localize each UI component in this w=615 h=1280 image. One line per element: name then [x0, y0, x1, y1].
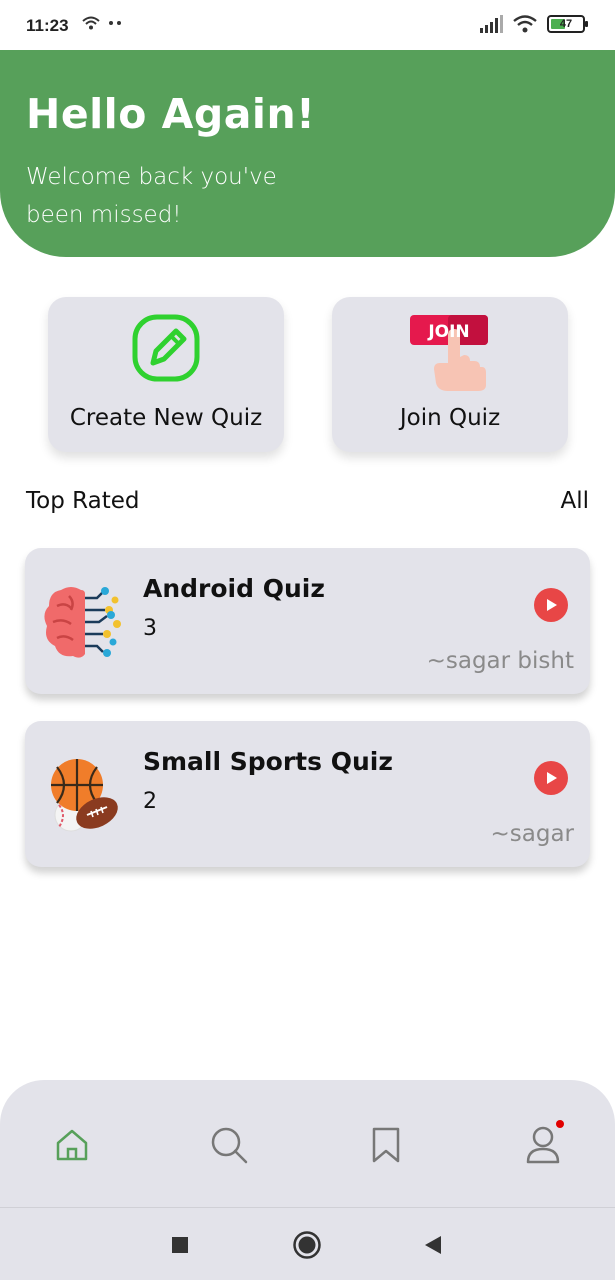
circle-icon: [293, 1231, 321, 1259]
home-icon: [56, 1129, 88, 1161]
wifi-icon: [82, 16, 100, 30]
status-bar: 11:23 47: [0, 0, 615, 50]
quiz-card[interactable]: Small Sports Quiz 2 ~sagar: [25, 721, 590, 867]
play-icon: [547, 772, 557, 784]
play-icon: [547, 599, 557, 611]
back-button[interactable]: [418, 1230, 448, 1260]
header-banner: Hello Again! Welcome back you've been mi…: [0, 50, 615, 257]
profile-icon: [526, 1126, 560, 1164]
nav-bookmark[interactable]: [361, 1120, 411, 1170]
status-time: 11:23: [26, 16, 69, 35]
view-all-link[interactable]: All: [560, 488, 589, 514]
join-quiz-button[interactable]: JOIN Join Quiz: [332, 297, 568, 452]
quiz-question-count: 2: [143, 789, 157, 814]
nav-profile[interactable]: [518, 1120, 568, 1170]
bookmark-icon: [372, 1127, 400, 1163]
home-system-button[interactable]: [292, 1230, 322, 1260]
brain-icon: [44, 587, 121, 658]
section-title: Top Rated: [26, 488, 140, 514]
edit-icon: [132, 314, 200, 382]
back-triangle-icon: [425, 1236, 441, 1254]
notification-dot: [556, 1120, 564, 1128]
welcome-subtitle: Welcome back you've been missed!: [26, 164, 277, 228]
page-title: Hello Again!: [26, 90, 316, 138]
bottom-navigation: [0, 1080, 615, 1207]
search-icon: [211, 1127, 248, 1164]
quiz-question-count: 3: [143, 616, 157, 641]
sports-balls-icon: [51, 759, 118, 832]
quiz-card[interactable]: Android Quiz 3 ~sagar bisht: [25, 548, 590, 694]
quiz-title: Android Quiz: [143, 574, 325, 603]
nav-home[interactable]: [47, 1120, 97, 1170]
signal-icon: [480, 15, 503, 33]
join-hand-icon: JOIN: [410, 315, 488, 391]
nav-search[interactable]: [204, 1120, 254, 1170]
join-badge-text: JOIN: [427, 322, 469, 342]
quiz-title: Small Sports Quiz: [143, 747, 393, 776]
dots-icon: [109, 21, 121, 25]
battery-level: 47: [559, 18, 573, 30]
create-quiz-button[interactable]: Create New Quiz: [48, 297, 284, 452]
quiz-author: ~sagar bisht: [426, 648, 574, 674]
recents-button[interactable]: [165, 1230, 195, 1260]
wifi-icon: [513, 15, 537, 33]
top-rated-header: Top Rated All: [26, 488, 589, 514]
join-quiz-label: Join Quiz: [399, 405, 501, 431]
play-quiz-button[interactable]: [534, 761, 568, 795]
quiz-author: ~sagar: [490, 821, 575, 847]
system-navigation-bar: [0, 1207, 615, 1280]
square-icon: [172, 1237, 188, 1253]
battery-icon: 47: [547, 15, 588, 33]
play-quiz-button[interactable]: [534, 588, 568, 622]
create-quiz-label: Create New Quiz: [69, 405, 263, 431]
